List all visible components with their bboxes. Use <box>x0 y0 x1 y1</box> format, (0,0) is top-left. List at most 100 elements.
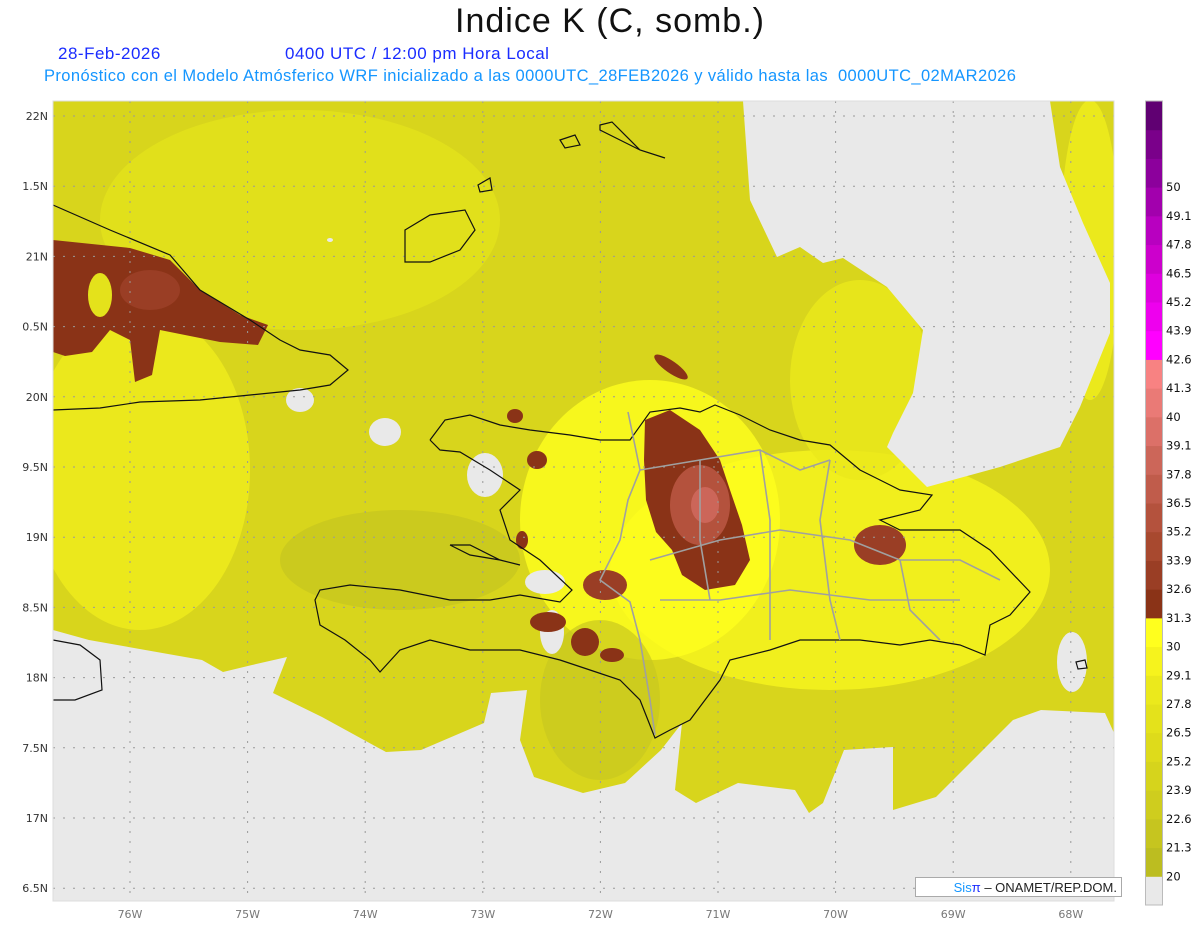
colorbar-segment <box>1146 273 1162 303</box>
colorbar-label: 32.6 <box>1166 582 1192 596</box>
colorbar-label: 36.5 <box>1166 496 1192 510</box>
colorbar-label: 21.3 <box>1166 841 1192 855</box>
ocean-missing-patch <box>1057 632 1087 692</box>
colorbar-segment <box>1146 560 1162 590</box>
colorbar-label: 26.5 <box>1166 726 1192 740</box>
colorbar-label: 37.8 <box>1166 467 1192 481</box>
colorbar-label: 27.8 <box>1166 697 1192 711</box>
high-k-core <box>691 487 719 523</box>
colorbar-segment <box>1146 416 1162 447</box>
lat-tick-label: 17N <box>26 812 48 825</box>
map-title: Indice K (C, somb.) <box>455 2 765 40</box>
lat-tick-label: 8.5N <box>22 601 48 614</box>
colorbar-segment <box>1146 646 1162 676</box>
colorbar-segment <box>1146 302 1162 332</box>
colorbar-segment <box>1146 847 1162 877</box>
colorbar-label: 40 <box>1166 410 1181 424</box>
colorbar-segment <box>1146 503 1162 533</box>
high-k-area <box>507 409 523 423</box>
lat-tick-label: 21N <box>26 250 48 263</box>
colorbar-segment <box>1146 675 1162 705</box>
lon-tick-label: 70W <box>823 908 848 921</box>
ocean-missing-patch <box>525 570 565 594</box>
colorbar-segment <box>1146 818 1162 849</box>
brand-pi: π <box>971 880 981 895</box>
longitude-labels: 76W 75W 74W 73W 72W 71W 70W 69W 68W <box>118 908 1084 921</box>
colorbar-segment <box>1146 732 1162 762</box>
colorbar-label: 41.3 <box>1166 381 1192 395</box>
colorbar-label: 30 <box>1166 640 1181 654</box>
forecast-date: 28-Feb-2026 <box>58 44 161 63</box>
colorbar-label: 42.6 <box>1166 352 1192 366</box>
brand-sis: Sis <box>953 880 972 895</box>
colorbar-label: 29.1 <box>1166 668 1192 682</box>
colorbar-segment <box>1146 876 1162 906</box>
colorbar-label: 25.2 <box>1166 754 1192 768</box>
colorbar-segment <box>1146 244 1162 274</box>
colorbar-segment <box>1146 761 1162 791</box>
colorbar-segment <box>1146 215 1162 246</box>
lon-tick-label: 71W <box>706 908 731 921</box>
colorbar-label: 45.2 <box>1166 295 1192 309</box>
colorbar-segment <box>1146 790 1162 820</box>
colorbar-label: 49.1 <box>1166 209 1192 223</box>
high-k-area <box>571 628 599 656</box>
lat-tick-label: 20N <box>26 391 48 404</box>
map-field <box>53 101 1114 901</box>
colorbar-segment <box>1146 330 1162 360</box>
colorbar-label: 47.8 <box>1166 238 1192 252</box>
credit-box: Sisπ – ONAMET/REP.DOM. <box>915 877 1122 897</box>
forecast-time: 0400 UTC / 12:00 pm Hora Local <box>285 44 550 63</box>
lat-tick-label: 9.5N <box>22 461 48 474</box>
colorbar-label: 39.1 <box>1166 439 1192 453</box>
ocean-missing-patch <box>369 418 401 446</box>
colorbar-label: 22.6 <box>1166 812 1192 826</box>
lat-tick-label: 22N <box>26 110 48 123</box>
colorbar-segment <box>1146 589 1162 619</box>
colorbar-label: 33.9 <box>1166 553 1192 567</box>
lon-tick-label: 76W <box>118 908 143 921</box>
high-k-area <box>530 612 566 632</box>
lat-tick-label: 19N <box>26 531 48 544</box>
colorbar-label: 35.2 <box>1166 525 1192 539</box>
lon-tick-label: 75W <box>235 908 260 921</box>
colorbar-label: 50 <box>1166 180 1181 194</box>
lat-tick-label: 1.5N <box>22 180 48 193</box>
lat-tick-label: 18N <box>26 672 48 685</box>
lon-tick-label: 68W <box>1058 908 1083 921</box>
high-k-area <box>600 648 624 662</box>
high-k-core <box>120 270 180 310</box>
k-index-map: 22N 1.5N 21N 0.5N 20N 9.5N 19N 8.5N 18N 7.5N 17N 6.… <box>22 100 1192 921</box>
lon-tick-label: 74W <box>353 908 378 921</box>
high-k-area <box>516 531 528 549</box>
colorbar-label: 23.9 <box>1166 783 1192 797</box>
colorbar-segment <box>1146 359 1162 389</box>
lat-tick-label: 0.5N <box>22 321 48 334</box>
colorbar-segment <box>1146 129 1162 159</box>
lon-tick-label: 69W <box>941 908 966 921</box>
colorbar-label: 31.3 <box>1166 611 1192 625</box>
colorbar-segment <box>1146 388 1162 418</box>
forecast-model-info: Pronóstico con el Modelo Atmósferico WRF… <box>44 67 1017 85</box>
lon-tick-label: 73W <box>470 908 495 921</box>
field-band <box>280 510 520 610</box>
lon-tick-label: 72W <box>588 908 613 921</box>
colorbar-segment <box>1146 617 1162 648</box>
lat-tick-label: 7.5N <box>22 742 48 755</box>
lat-tick-label: 6.5N <box>22 882 48 895</box>
colorbar-segment <box>1146 445 1162 475</box>
colorbar-segment <box>1146 158 1162 188</box>
colorbar-segment <box>1146 187 1162 217</box>
ocean-missing-patch <box>327 238 333 242</box>
colorbar-label: 46.5 <box>1166 266 1192 280</box>
latitude-labels: 22N 1.5N 21N 0.5N 20N 9.5N 19N 8.5N 18N 7.5N 17N 6.… <box>22 110 48 895</box>
field-band <box>88 273 112 317</box>
colorbar-segment <box>1146 474 1162 504</box>
credit-org: – ONAMET/REP.DOM. <box>984 880 1117 895</box>
colorbar-label: 43.9 <box>1166 324 1192 338</box>
colorbar-label: 20 <box>1166 869 1181 883</box>
colorbar-segment <box>1146 101 1162 131</box>
colorbar: 20 21.3 22.6 23.9 25.2 26.5 27.8 29.1 30 31.3 32.6… <box>1145 100 1192 906</box>
colorbar-segment <box>1146 531 1162 561</box>
high-k-area <box>527 451 547 469</box>
